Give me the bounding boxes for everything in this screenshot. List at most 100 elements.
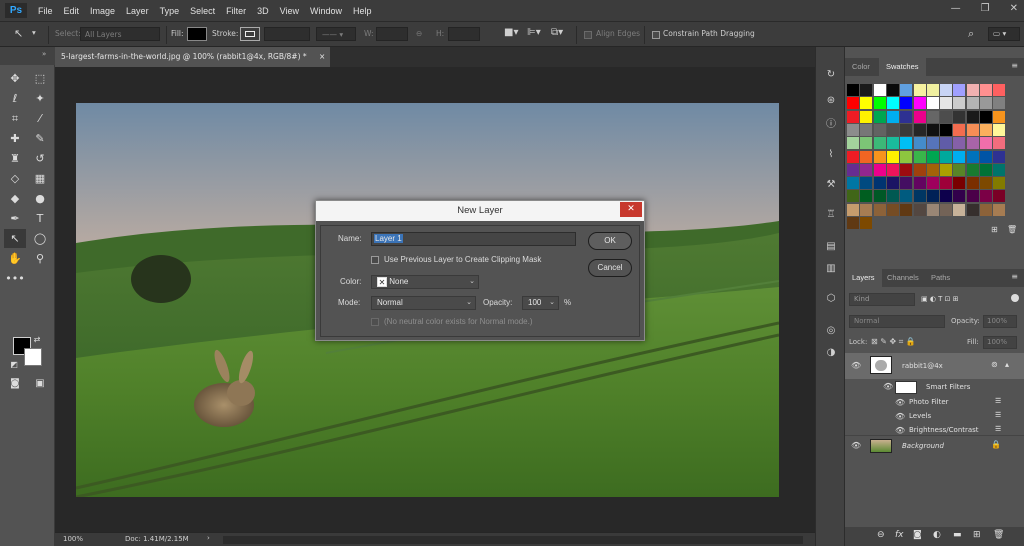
- eye-icon[interactable]: 👁: [895, 426, 905, 435]
- screen-mode-icon[interactable]: ▣: [29, 374, 51, 393]
- color-swatch[interactable]: [847, 123, 859, 136]
- color-swatch[interactable]: [953, 163, 966, 176]
- color-swatch[interactable]: [993, 190, 1006, 203]
- document-info[interactable]: Doc: 1.41M/2.15M: [125, 535, 189, 543]
- color-swatch[interactable]: [940, 190, 953, 203]
- stroke-width-field[interactable]: [264, 27, 310, 41]
- color-swatch[interactable]: [913, 97, 926, 110]
- layer-name-input[interactable]: Layer 1: [371, 232, 576, 246]
- filter-kind-dropdown[interactable]: Kind: [849, 293, 915, 306]
- color-swatch[interactable]: [993, 203, 1006, 216]
- dialog-close-button[interactable]: ✕: [620, 202, 642, 217]
- color-swatch[interactable]: [953, 110, 966, 123]
- crop-tool-icon[interactable]: ⌗: [4, 109, 26, 128]
- panel-menu-icon[interactable]: ≡: [1011, 61, 1018, 70]
- color-swatch[interactable]: [847, 177, 859, 190]
- eraser-tool-icon[interactable]: ◇: [4, 169, 26, 188]
- menu-help[interactable]: Help: [353, 6, 372, 16]
- color-swatch[interactable]: [913, 137, 926, 150]
- color-swatch[interactable]: [913, 123, 926, 136]
- gradient-tool-icon[interactable]: ▦: [29, 169, 51, 188]
- color-swatch[interactable]: [953, 177, 966, 190]
- color-swatch[interactable]: [926, 163, 939, 176]
- color-swatch[interactable]: [886, 163, 899, 176]
- menu-file[interactable]: File: [38, 6, 53, 16]
- swap-colors-icon[interactable]: ⇄: [30, 330, 44, 349]
- color-swatch[interactable]: [980, 190, 992, 203]
- properties-panel-icon[interactable]: ⊛: [822, 93, 840, 109]
- quick-mask-icon[interactable]: ◙: [4, 374, 26, 393]
- color-swatch[interactable]: [847, 163, 859, 176]
- lasso-tool-icon[interactable]: ℓ: [4, 89, 26, 108]
- color-swatch[interactable]: [900, 150, 913, 163]
- background-color-swatch[interactable]: [24, 348, 42, 366]
- color-swatch[interactable]: [940, 84, 953, 96]
- info-panel-icon[interactable]: ⓘ: [822, 117, 840, 133]
- color-swatch[interactable]: [860, 203, 873, 216]
- magic-wand-tool-icon[interactable]: ✦: [29, 89, 51, 108]
- fx-icon[interactable]: fx: [895, 530, 904, 540]
- color-swatch[interactable]: [980, 177, 992, 190]
- color-swatch[interactable]: [980, 150, 992, 163]
- paragraph-panel-icon[interactable]: ▤: [822, 239, 840, 255]
- history-panel-icon[interactable]: ↻: [822, 67, 840, 83]
- color-swatch[interactable]: [993, 84, 1006, 96]
- tab-swatches[interactable]: Swatches: [879, 58, 926, 76]
- color-swatch[interactable]: [873, 137, 886, 150]
- color-swatch[interactable]: [926, 97, 939, 110]
- restore-button[interactable]: ❐: [981, 3, 990, 14]
- color-swatch[interactable]: [847, 84, 859, 96]
- type-tool-icon[interactable]: T: [29, 209, 51, 228]
- color-swatch[interactable]: [860, 190, 873, 203]
- color-swatch[interactable]: [966, 163, 979, 176]
- color-swatch[interactable]: [873, 190, 886, 203]
- filter-options-icon[interactable]: ☰: [995, 425, 1001, 433]
- tool-presets-icon[interactable]: ⚒: [822, 177, 840, 193]
- horizontal-scrollbar[interactable]: [223, 536, 803, 544]
- color-swatch[interactable]: [847, 137, 859, 150]
- delete-layer-icon[interactable]: 🗑: [993, 530, 1004, 540]
- filter-toggle[interactable]: [1011, 294, 1019, 302]
- color-swatch[interactable]: [847, 110, 859, 123]
- color-swatch[interactable]: [847, 97, 859, 110]
- document-close-button[interactable]: ×: [319, 52, 325, 61]
- color-swatch[interactable]: [847, 150, 859, 163]
- color-swatch[interactable]: [913, 84, 926, 96]
- tab-paths[interactable]: Paths: [924, 269, 957, 287]
- color-swatch[interactable]: [873, 123, 886, 136]
- color-swatch[interactable]: [913, 163, 926, 176]
- color-swatch[interactable]: [926, 203, 939, 216]
- healing-brush-tool-icon[interactable]: ✚: [4, 129, 26, 148]
- color-swatch[interactable]: [966, 203, 979, 216]
- color-swatch[interactable]: [847, 190, 859, 203]
- menu-select[interactable]: Select: [190, 6, 215, 16]
- more-tools-icon[interactable]: •••: [4, 269, 26, 288]
- tab-color[interactable]: Color: [845, 58, 877, 76]
- color-swatch[interactable]: [913, 110, 926, 123]
- color-swatch[interactable]: [900, 137, 913, 150]
- character-panel-icon[interactable]: ▥: [822, 261, 840, 277]
- color-dropdown[interactable]: ✕ None ⌄: [371, 275, 479, 289]
- styles-panel-icon[interactable]: ◑: [822, 345, 840, 361]
- color-swatch[interactable]: [926, 137, 939, 150]
- fill-swatch[interactable]: [187, 27, 207, 41]
- layer-fill-field[interactable]: 100%: [983, 336, 1017, 349]
- color-swatch[interactable]: [940, 123, 953, 136]
- color-swatch[interactable]: [913, 203, 926, 216]
- layer-row[interactable]: 👁 Levels ☰: [845, 410, 1024, 424]
- color-swatch[interactable]: [873, 110, 886, 123]
- color-swatch[interactable]: [926, 190, 939, 203]
- color-swatch[interactable]: [940, 150, 953, 163]
- color-swatch[interactable]: [966, 177, 979, 190]
- path-operations-icon[interactable]: ■▾: [504, 27, 518, 38]
- color-swatch[interactable]: [926, 84, 939, 96]
- color-swatch[interactable]: [980, 84, 992, 96]
- tool-preset-chevron-icon[interactable]: ▾: [32, 28, 36, 37]
- color-swatch[interactable]: [900, 84, 913, 96]
- document-tab[interactable]: 5-largest-farms-in-the-world.jpg @ 100% …: [55, 47, 330, 67]
- color-swatch[interactable]: [953, 150, 966, 163]
- color-swatch[interactable]: [993, 137, 1006, 150]
- eye-icon[interactable]: 👁: [883, 382, 893, 391]
- width-field[interactable]: [376, 27, 408, 41]
- color-swatch[interactable]: [926, 110, 939, 123]
